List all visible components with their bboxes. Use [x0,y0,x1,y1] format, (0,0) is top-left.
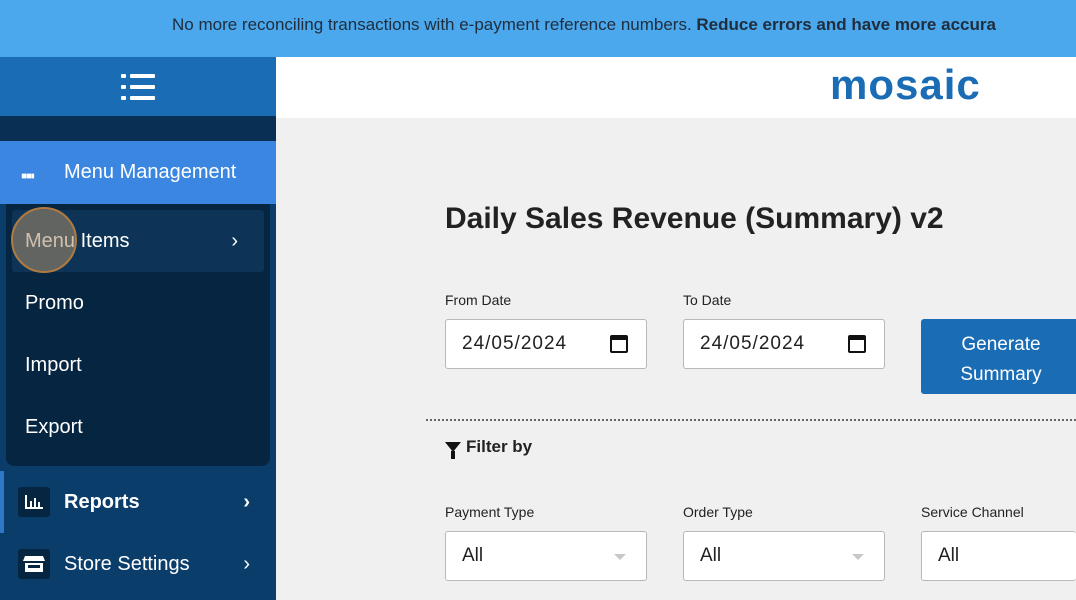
sidebar-item-reports[interactable]: Reports › [0,471,276,533]
utensils-icon: ⑉ [22,161,34,183]
list-menu-icon[interactable] [121,73,155,100]
submenu-item-label: Export [25,415,83,438]
order-type-label: Order Type [683,504,753,520]
bar-chart-icon [18,487,50,517]
section-divider [426,419,1076,421]
service-channel-select[interactable]: All [921,531,1076,581]
sidebar-toggle[interactable] [0,57,276,116]
sidebar-item-label: Reports [64,490,140,513]
sidebar-item-store-settings[interactable]: Store Settings › [0,533,276,595]
order-type-select[interactable]: All [683,531,885,581]
filter-heading: Filter by [445,437,533,459]
generate-button-line-2: Summary [960,364,1042,385]
generate-summary-button[interactable]: Generate Summary [921,319,1076,394]
from-date-value: 24/05/2024 [462,333,568,354]
submenu-item-label: Menu Items [25,229,130,252]
banner-text: No more reconciling transactions with e-… [172,15,697,34]
banner-bold-text: Reduce errors and have more accura [696,15,996,34]
store-icon [18,549,50,579]
caret-down-icon [614,554,626,560]
caret-down-icon [852,554,864,560]
payment-type-select[interactable]: All [445,531,647,581]
chevron-right-icon: › [243,490,250,513]
submenu-item-import[interactable]: Import [6,334,270,396]
from-date-input[interactable]: 24/05/2024 [445,319,647,369]
from-date-label: From Date [445,292,512,308]
generate-button-line-1: Generate [961,334,1041,355]
page-title: Daily Sales Revenue (Summary) v2 [445,202,944,235]
filter-icon [445,442,461,459]
sidebar-item-menu-management[interactable]: ⑉ Menu Management [0,141,276,204]
submenu-item-menu-items[interactable]: Menu Items › [12,210,264,272]
payment-type-value: All [462,545,484,566]
payment-type-label: Payment Type [445,504,535,520]
announcement-banner: No more reconciling transactions with e-… [0,0,1076,57]
chevron-right-icon: › [231,229,238,252]
main-content: Daily Sales Revenue (Summary) v2 From Da… [276,118,1076,600]
service-channel-label: Service Channel [921,504,1024,520]
to-date-label: To Date [683,292,732,308]
sidebar-spacer [0,116,276,141]
filter-label: Filter by [466,437,533,456]
submenu-item-promo[interactable]: Promo [6,272,270,334]
sidebar-item-label: Menu Management [64,161,237,183]
sidebar-item-label: Store Settings [64,552,190,575]
menu-management-submenu: Menu Items › Promo Import Export [6,204,270,466]
service-channel-value: All [938,545,960,566]
brand-logo: mosaic [830,61,981,108]
submenu-item-label: Import [25,353,82,376]
calendar-icon[interactable] [848,335,866,353]
submenu-item-label: Promo [25,291,84,314]
order-type-value: All [700,545,722,566]
calendar-icon[interactable] [610,335,628,353]
submenu-item-export[interactable]: Export [6,396,270,458]
to-date-value: 24/05/2024 [700,333,806,354]
to-date-input[interactable]: 24/05/2024 [683,319,885,369]
sidebar: ⑉ Menu Management Menu Items › Promo Imp… [0,57,276,600]
chevron-right-icon: › [243,552,250,575]
top-header: mosaic [276,57,1076,118]
